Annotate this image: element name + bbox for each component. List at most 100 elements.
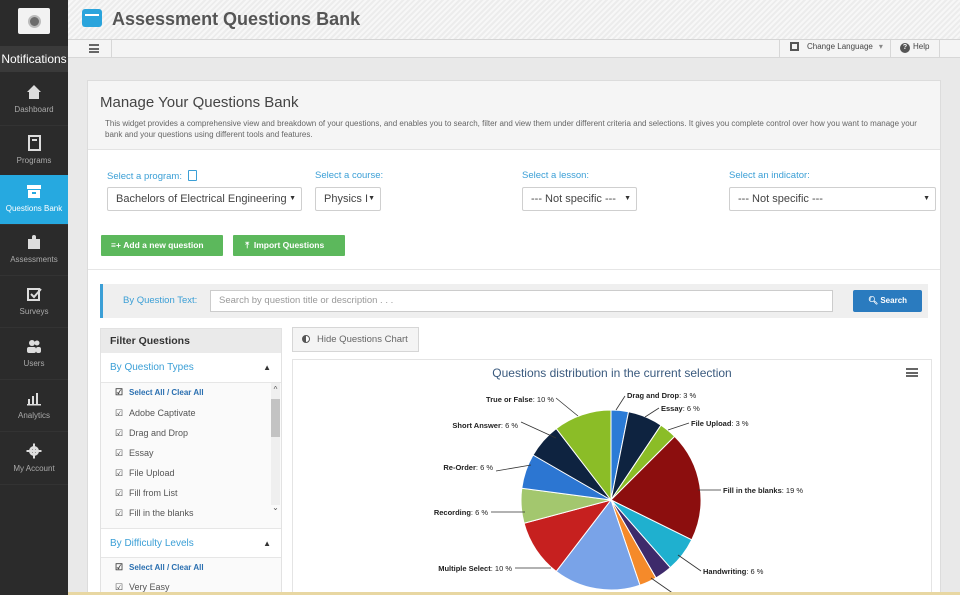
users-icon <box>27 340 41 353</box>
sidebar-item-label: Surveys <box>19 307 49 316</box>
difficulty-section-header[interactable]: By Difficulty Levels ▲ <box>101 528 281 558</box>
filter-checkbox[interactable]: ☑ Very Easy <box>115 582 170 592</box>
intro-section: Manage Your Questions Bank This widget p… <box>88 81 940 150</box>
sidebar-item-analytics[interactable]: Analytics <box>0 382 68 432</box>
indicator-select[interactable]: --- Not specific --- ▼ <box>729 187 936 211</box>
program-label: Select a program: <box>107 170 197 182</box>
program-select[interactable]: Bachelors of Electrical Engineering ▼ <box>107 187 302 211</box>
filter-checkbox-select-all[interactable]: ☑ Select All / Clear All <box>115 388 204 398</box>
page-header: Assessment Questions Bank <box>68 0 960 40</box>
filter-scrollbar[interactable]: ^ ⌄ <box>271 383 280 512</box>
filter-checkbox[interactable]: ☑ Fill from List <box>115 488 178 498</box>
notifications-link[interactable]: Notifications <box>0 46 68 72</box>
label-connector <box>677 554 702 572</box>
filter-checkbox[interactable]: ☑ Fill in the blanks <box>115 508 194 518</box>
bar-chart-icon <box>27 393 41 406</box>
search-icon: 🔍︎ <box>867 296 881 305</box>
add-question-button[interactable]: ≡+ Add a new question <box>101 235 223 256</box>
upload-icon: ⤒ <box>243 240 254 250</box>
section-label: By Question Types <box>110 362 194 373</box>
puzzle-icon <box>28 235 40 249</box>
checkbox-icon: ☑ <box>115 508 124 518</box>
dropdown-arrow-icon: ▼ <box>289 195 296 202</box>
archive-icon <box>27 185 41 198</box>
checkbox-label: Drag and Drop <box>129 428 189 438</box>
search-bar: By Question Text: Search by question tit… <box>100 284 928 318</box>
search-input[interactable]: Search by question title or description … <box>210 290 833 312</box>
course-select[interactable]: Physics I ▼ <box>315 187 381 211</box>
sidebar-item-questions-bank[interactable]: Questions Bank <box>0 175 68 225</box>
checkbox-label: Fill from List <box>129 488 178 498</box>
checkbox-label: Select All / Clear All <box>129 563 204 572</box>
sidebar-item-dashboard[interactable]: Dashboard <box>0 76 68 126</box>
filter-checkbox-select-all[interactable]: ☑ Select All / Clear All <box>115 562 204 573</box>
pie-data-label: File Upload: 3 % <box>691 419 749 428</box>
sidebar-item-assessments[interactable]: Assessments <box>0 226 68 276</box>
sidebar-item-label: Questions Bank <box>5 204 63 213</box>
collapse-icon: ▲ <box>263 363 271 372</box>
filter-panel: Filter Questions By Question Types ▲ ☑ Sel… <box>100 328 282 595</box>
logo[interactable] <box>18 8 50 34</box>
filter-checkbox[interactable]: ☑ Essay <box>115 448 154 458</box>
dropdown-arrow-icon: ▼ <box>368 195 375 202</box>
indicator-select-value: --- Not specific --- <box>738 193 823 205</box>
contrast-icon <box>302 335 310 343</box>
filter-checkbox[interactable]: ☑ Adobe Captivate <box>115 408 196 418</box>
pie-data-label: Short Answer: 6 % <box>452 421 518 430</box>
pie-data-label: Handwriting: 6 % <box>703 567 764 576</box>
sidebar-item-users[interactable]: Users <box>0 330 68 380</box>
import-questions-button[interactable]: ⤒ Import Questions <box>233 235 345 256</box>
indicator-label: Select an indicator: <box>729 170 810 181</box>
checkbox-icon: ☑ <box>115 468 124 478</box>
sidebar-item-surveys[interactable]: Surveys <box>0 278 68 328</box>
lesson-select[interactable]: --- Not specific --- ▼ <box>522 187 637 211</box>
help-label: Help <box>913 42 930 51</box>
checkbox-label: File Upload <box>129 468 175 478</box>
scroll-up-icon[interactable]: ^ <box>271 385 280 394</box>
filter-title: Filter Questions <box>101 329 281 353</box>
divider <box>939 40 940 58</box>
section-title: Manage Your Questions Bank <box>100 94 299 111</box>
change-language-button[interactable]: Change Language ▾ <box>790 42 883 51</box>
caret-down-icon: ▾ <box>878 42 883 51</box>
dropdown-arrow-icon: ▼ <box>624 195 631 202</box>
section-label: By Difficulty Levels <box>110 538 194 549</box>
hide-chart-button[interactable]: Hide Questions Chart <box>292 327 419 352</box>
checkbox-icon: ☑ <box>115 582 124 592</box>
checkbox-label: Essay <box>129 448 154 458</box>
filter-checkbox[interactable]: ☑ File Upload <box>115 468 175 478</box>
pie-chart: Drag and Drop: 3 % Essay: 6 % File Upload:… <box>434 391 804 595</box>
sidebar-item-label: Programs <box>16 156 52 165</box>
lesson-label: Select a lesson: <box>522 170 590 181</box>
label-connector <box>644 407 660 418</box>
collapse-icon: ▲ <box>263 539 271 548</box>
divider <box>890 40 891 58</box>
checkbox-label: Select All / Clear All <box>129 388 204 397</box>
search-button[interactable]: 🔍︎ Search <box>853 290 922 312</box>
checkbox-icon: ☑ <box>115 408 124 418</box>
question-types-section-header[interactable]: By Question Types ▲ <box>101 353 281 383</box>
pie-data-label: Essay: 6 % <box>661 404 700 413</box>
checkbox-icon <box>27 288 42 301</box>
help-button[interactable]: ? Help <box>900 42 929 53</box>
add-question-label: Add a new question <box>123 240 204 250</box>
pie-data-label: Multiple Select: 10 % <box>438 564 512 573</box>
sidebar-item-programs[interactable]: Programs <box>0 127 68 177</box>
add-list-icon: ≡+ <box>111 240 124 250</box>
scrollbar-thumb[interactable] <box>271 399 280 437</box>
checkbox-icon: ☑ <box>115 562 124 572</box>
toolbar: Change Language ▾ ? Help <box>68 40 960 58</box>
menu-toggle-icon[interactable] <box>89 44 99 53</box>
program-select-value: Bachelors of Electrical Engineering <box>116 193 287 205</box>
program-label-text: Select a program: <box>107 171 182 182</box>
pie-data-label: Recording: 6 % <box>434 508 489 517</box>
filter-checkbox[interactable]: ☑ Drag and Drop <box>115 428 188 438</box>
scroll-down-icon[interactable]: ⌄ <box>271 503 280 512</box>
questions-bank-panel: Manage Your Questions Bank This widget p… <box>87 80 941 595</box>
book-icon[interactable] <box>187 170 197 181</box>
sidebar-item-my-account[interactable]: My Account <box>0 435 68 485</box>
pie-data-label: Drag and Drop: 3 % <box>627 391 697 400</box>
globe-icon <box>27 14 41 28</box>
language-icon <box>790 42 799 51</box>
change-language-label: Change Language <box>807 42 873 51</box>
